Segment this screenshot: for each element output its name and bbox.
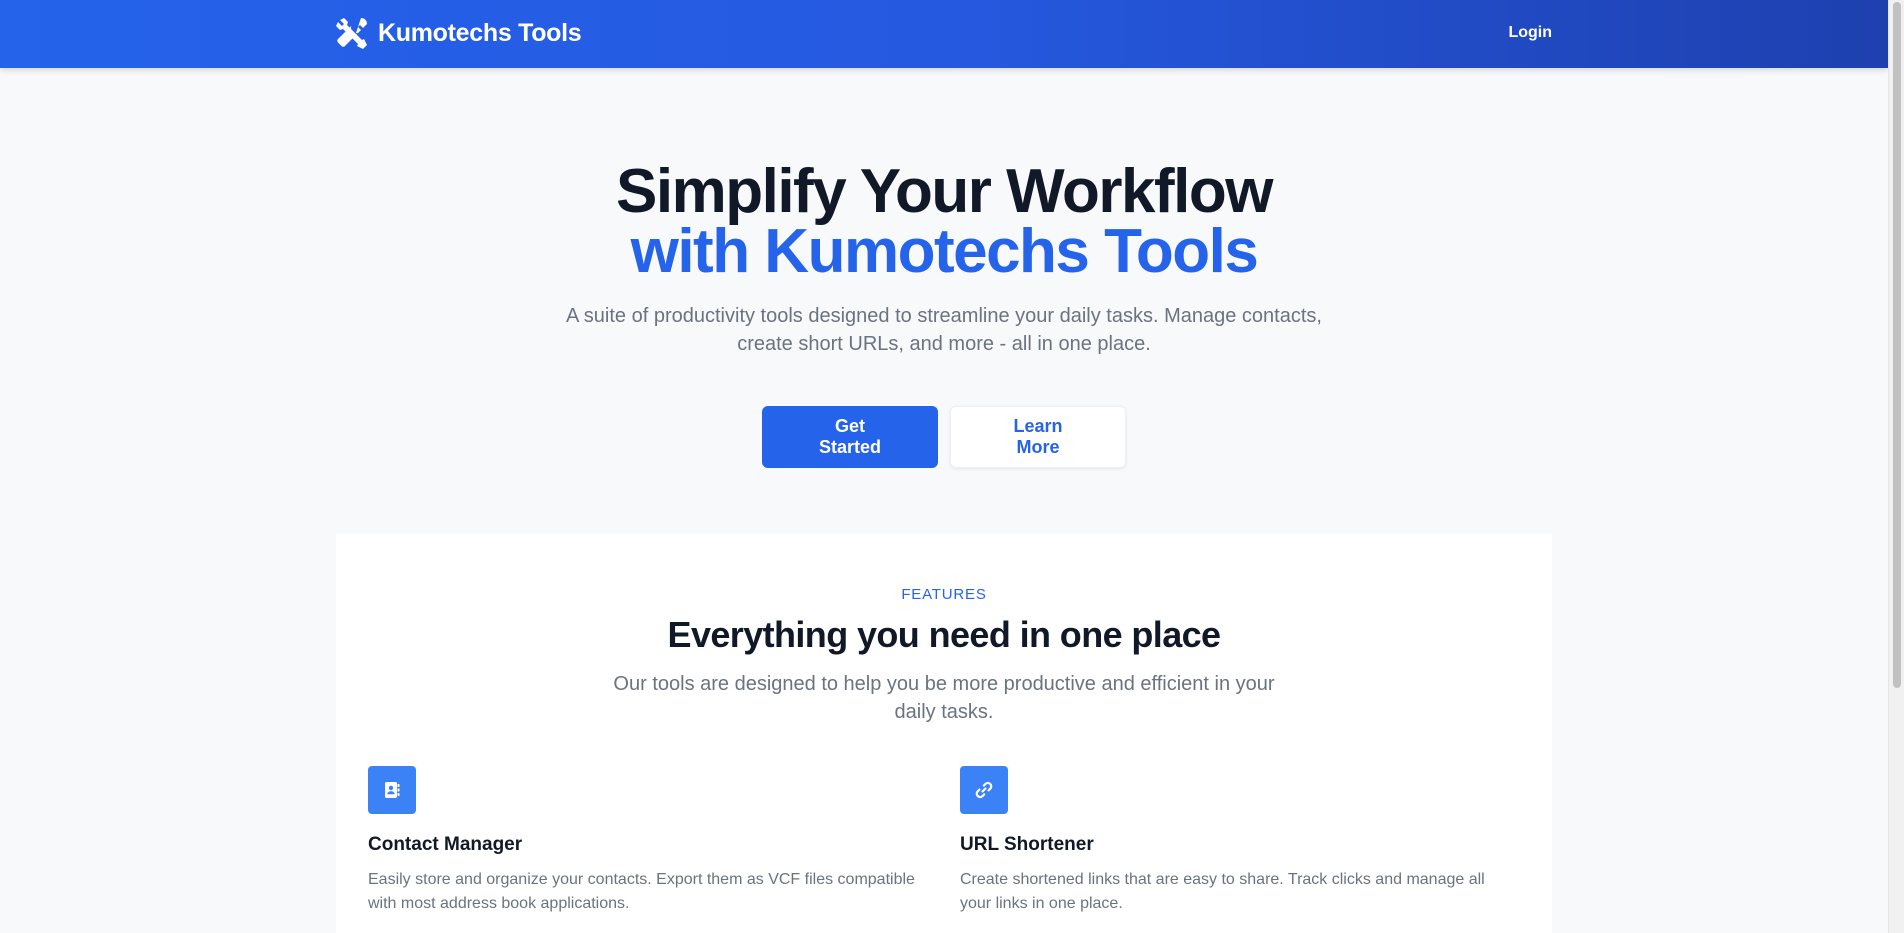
hero-subtitle: A suite of productivity tools designed t…: [566, 305, 1322, 355]
address-book-icon: [385, 782, 400, 798]
learn-more-button[interactable]: Learn More: [950, 406, 1126, 468]
feature-icon-box: [368, 766, 416, 814]
page-viewport: Kumotechs Tools Login Simplify Your Work…: [0, 0, 1888, 933]
hero-title: Simplify Your Workflow with Kumotechs To…: [0, 161, 1888, 286]
link-icon: [975, 781, 993, 799]
feature-card-contact-manager: Contact Manager Easily store and organiz…: [368, 766, 928, 916]
features-eyebrow: FEATURES: [901, 586, 987, 603]
hero-title-line1: Simplify Your Workflow: [616, 157, 1273, 226]
scrollbar-thumb[interactable]: [1893, 2, 1901, 688]
features-title: Everything you need in one place: [667, 614, 1222, 655]
get-started-button[interactable]: Get Started: [762, 406, 938, 468]
hero-title-line2: with Kumotechs Tools: [630, 217, 1259, 286]
feature-name: URL Shortener: [960, 834, 1094, 855]
top-navbar: Kumotechs Tools Login: [0, 0, 1888, 68]
brand-name: Kumotechs Tools: [378, 18, 582, 47]
login-link[interactable]: Login: [1508, 24, 1552, 42]
feature-card-url-shortener: URL Shortener Create shortened links tha…: [960, 766, 1520, 916]
feature-description: Create shortened links that are easy to …: [960, 871, 1485, 912]
features-section: FEATURES Everything you need in one plac…: [336, 534, 1552, 933]
brand-logo-link[interactable]: Kumotechs Tools: [334, 16, 582, 50]
features-subtitle: Our tools are designed to help you be mo…: [613, 673, 1275, 723]
feature-name: Contact Manager: [368, 834, 523, 855]
tools-icon: [336, 18, 367, 49]
vertical-scrollbar[interactable]: [1888, 0, 1904, 933]
hero-actions: Get Started Learn More: [0, 406, 1888, 468]
hero-section: Simplify Your Workflow with Kumotechs To…: [0, 161, 1888, 468]
feature-icon-box: [960, 766, 1008, 814]
feature-description: Easily store and organize your contacts.…: [368, 871, 915, 912]
